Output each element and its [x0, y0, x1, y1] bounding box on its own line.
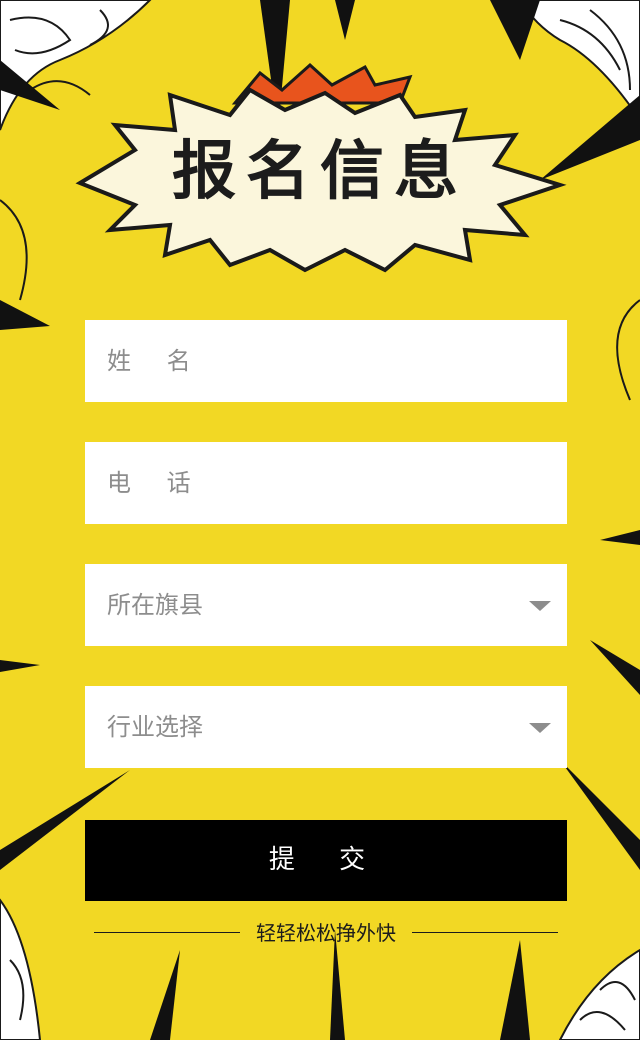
industry-select[interactable]: 行业选择: [85, 686, 567, 768]
submit-button[interactable]: 提 交: [85, 820, 567, 901]
chevron-down-icon: [529, 723, 551, 733]
county-select-label: 所在旗县: [107, 591, 203, 619]
chevron-down-icon: [529, 601, 551, 611]
name-field[interactable]: 姓 名: [85, 320, 567, 402]
page-title: 报名信息: [172, 134, 468, 209]
footer-divider-right: [412, 932, 558, 933]
industry-select-label: 行业选择: [107, 713, 203, 741]
phone-field[interactable]: 电 话: [85, 442, 567, 524]
phone-placeholder: 电 话: [107, 469, 205, 497]
name-placeholder: 姓 名: [107, 347, 205, 375]
county-select[interactable]: 所在旗县: [85, 564, 567, 646]
footer-tagline: 轻轻松松挣外快: [94, 915, 558, 951]
footer-tagline-text: 轻轻松松挣外快: [256, 921, 396, 945]
